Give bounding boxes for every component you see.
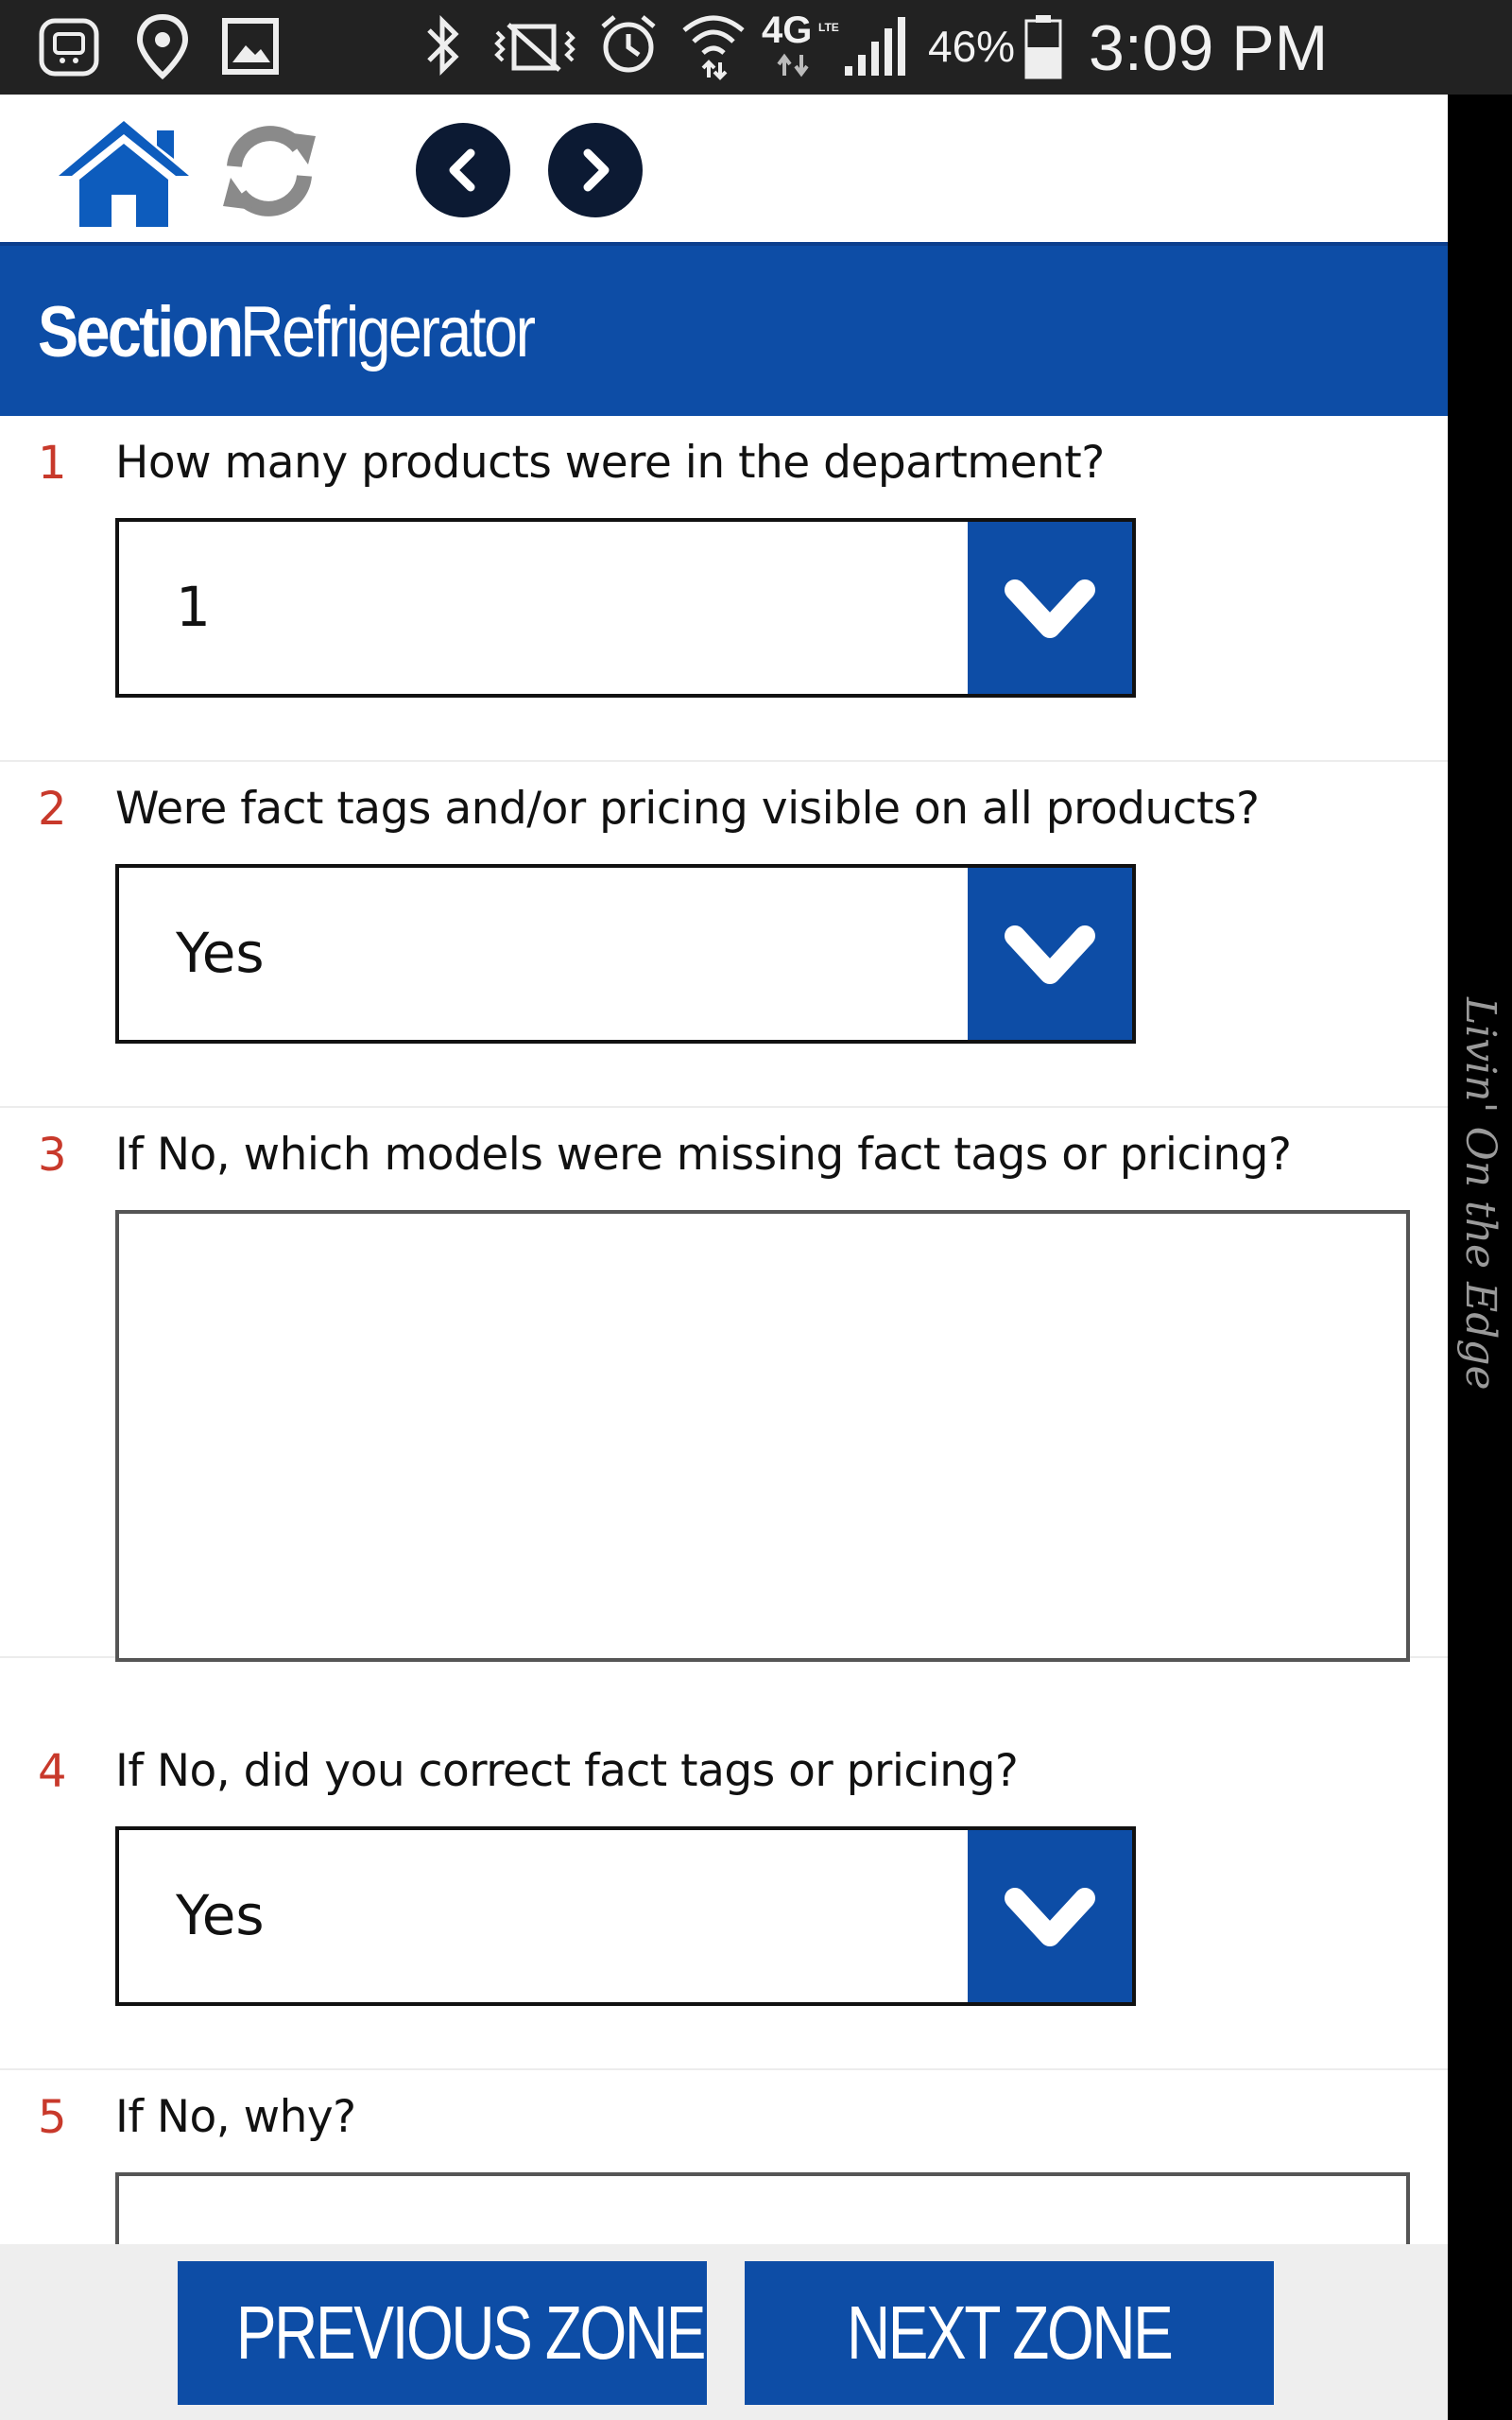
location-icon (136, 13, 189, 79)
dropdown-button[interactable] (968, 868, 1132, 1040)
wifi-icon (682, 15, 745, 80)
gallery-icon (222, 18, 279, 75)
corrected-tags-select[interactable]: Yes (115, 1826, 1136, 2006)
select-value: Yes (176, 1883, 265, 1947)
alarm-icon (601, 15, 656, 73)
section-header: Section Refrigerator (0, 246, 1448, 416)
question-4: 4 If No, did you correct fact tags or pr… (0, 1724, 1448, 2070)
chevron-down-icon (1005, 925, 1095, 984)
status-bar: 4G LTE 46% 3:09 PM (0, 0, 1512, 95)
select-value: 1 (176, 575, 211, 639)
question-number: 5 (38, 2091, 67, 2144)
dropdown-button[interactable] (968, 522, 1132, 694)
section-name: Refrigerator (240, 292, 536, 372)
question-2: 2 Were fact tags and/or pricing visible … (0, 762, 1448, 1108)
vibrate-mute-icon (494, 23, 576, 72)
question-text: If No, which models were missing fact ta… (115, 1129, 1292, 1181)
product-count-select[interactable]: 1 (115, 518, 1136, 698)
toolbar (0, 95, 1448, 246)
network-type: 4G (762, 9, 813, 51)
missing-models-textarea[interactable] (115, 1210, 1410, 1662)
chevron-down-icon (1005, 579, 1095, 638)
question-number: 4 (38, 1745, 67, 1798)
home-icon[interactable] (55, 117, 193, 229)
zone-navigation: PREVIOUS ZONE NEXT ZONE (0, 2244, 1448, 2420)
previous-zone-button[interactable]: PREVIOUS ZONE (178, 2261, 707, 2405)
data-transfer-icon (777, 53, 809, 78)
next-zone-button[interactable]: NEXT ZONE (745, 2261, 1274, 2405)
chevron-down-icon (1005, 1888, 1095, 1946)
signal-strength-icon (845, 17, 905, 76)
question-3: 3 If No, which models were missing fact … (0, 1108, 1448, 1662)
refresh-icon[interactable] (217, 121, 321, 221)
chevron-left-icon (449, 148, 475, 192)
dropdown-button[interactable] (968, 1830, 1132, 2002)
voicemail-app-icon (39, 18, 99, 77)
question-text: How many products were in the department… (115, 437, 1105, 489)
question-number: 1 (38, 437, 67, 490)
battery-percent: 46% (928, 22, 1016, 71)
next-zone-label: NEXT ZONE (847, 2290, 1174, 2375)
section-label: Section (38, 292, 244, 372)
question-text: If No, why? (115, 2091, 356, 2143)
next-button[interactable] (548, 123, 643, 217)
question-text: If No, did you correct fact tags or pric… (115, 1745, 1019, 1797)
fact-tags-visible-select[interactable]: Yes (115, 864, 1136, 1044)
watermark-text: Livin' On the Edge (1456, 997, 1504, 1391)
select-value: Yes (176, 921, 265, 985)
question-number: 3 (38, 1129, 67, 1182)
network-subtype: LTE (818, 21, 839, 34)
bluetooth-icon (427, 14, 459, 77)
chevron-right-icon (583, 148, 610, 192)
app-content: Section Refrigerator 1 How many products… (0, 95, 1448, 2420)
question-text: Were fact tags and/or pricing visible on… (115, 783, 1260, 835)
question-number: 2 (38, 783, 67, 836)
question-1: 1 How many products were in the departme… (0, 416, 1448, 762)
clock: 3:09 PM (1089, 12, 1329, 84)
battery-icon (1024, 15, 1062, 79)
previous-button[interactable] (416, 123, 510, 217)
previous-zone-label: PREVIOUS ZONE (235, 2290, 707, 2375)
